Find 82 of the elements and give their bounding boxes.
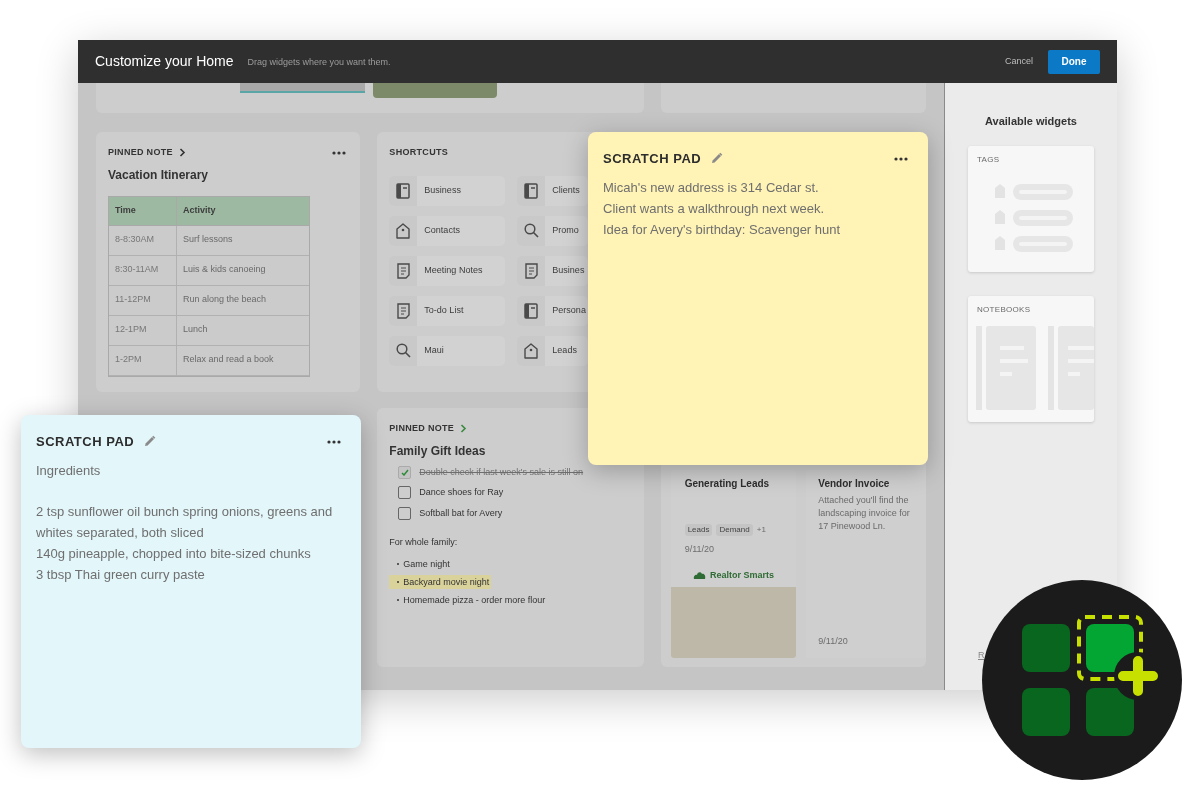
brand-name: Realtor Smarts [709,568,774,582]
note-title: Vendor Invoice [818,477,891,491]
shortcut-item[interactable]: Busines [517,255,589,286]
shortcut-item[interactable]: Persona [517,295,589,326]
scratch-pad-line: 3 tbsp Thai green curry paste [36,565,206,584]
table-cell: 8:30-11AM [109,255,177,285]
search-icon [523,223,539,238]
scratch-pad-line: Client wants a walkthrough next week. [603,199,826,218]
table-cell: 1-2PM [109,345,177,375]
more-icon[interactable] [332,150,347,155]
pencil-icon[interactable] [710,152,724,166]
shortcut-item[interactable]: Maui [389,335,506,366]
tag-icon [524,342,539,359]
checklist-item-text: Double check if last week's sale is still on [419,465,584,479]
note-icon [396,302,410,319]
search-icon [395,343,411,358]
notebook-icon [396,182,411,199]
bullet-item: Game night [389,556,452,571]
table-header-cell: Time [109,196,177,225]
note-icon [396,262,410,279]
more-tags-count: +1 [756,524,766,536]
checkmark-icon [400,468,409,476]
pinned-note-label[interactable]: PINNED NOTE [108,146,173,160]
scratch-pad-line: 2 tsp sunflower oil bunch spring onions, greens and whites separated, both sliced [36,502,334,542]
window-subtitle: Drag widgets where you want them. [247,56,391,70]
scratch-pad-line: 140g pineapple, chopped into bite-sized chunks [36,544,312,563]
table-cell: 12-1PM [109,315,177,345]
shortcut-item[interactable]: Promo [517,215,589,246]
pinned-note-label[interactable]: PINNED NOTE [389,422,455,436]
list-heading: For whole family: [389,536,459,549]
scratch-pad-line: Micah's new address is 314 Cedar st. [603,178,820,197]
tag-chip[interactable]: Demand [716,524,753,536]
more-icon[interactable] [327,439,341,444]
scratch-pad-title: SCRATCH PAD [36,433,135,451]
table-cell-text: Luis & kids canoeing [182,263,267,277]
table-cell-text: Relax and read a book [182,353,275,367]
shortcut-item[interactable]: To-do List [389,295,506,326]
bullet-item: Backyard movie night [389,574,492,589]
note-preview: Attached you'll find the landscaping invoice for 17 Pinewood Ln. [818,494,911,533]
note-icon [524,262,538,279]
checklist-item-text: Softball bat for Avery [419,506,503,520]
table-header-cell-text: Activity [182,203,217,217]
more-icon[interactable] [894,156,908,161]
widget-label: TAGS [976,153,1001,166]
add-widget-badge-icon [982,580,1182,780]
scratch-pad-line: Idea for Avery's birthday: Scavenger hunt [603,220,842,239]
tag-chip[interactable]: Leads [684,524,713,536]
notebook-icon [524,302,539,319]
done-button[interactable]: Done [1048,49,1100,74]
table-cell: 11-12PM [109,285,177,315]
pencil-icon[interactable] [143,435,157,449]
tag-icon [396,222,411,239]
note-date: 9/11/20 [683,543,716,556]
shortcut-item[interactable]: Meeting Notes [389,255,506,286]
note-date: 9/11/20 [818,634,849,648]
table-cell-text: Lunch [182,323,209,337]
checkbox[interactable] [398,465,412,479]
shortcut-item[interactable]: Leads [517,335,589,366]
note-title: Family Gift Ideas [389,442,487,460]
table-cell-text: Surf lessons [182,233,234,247]
scratch-pad-title: SCRATCH PAD [603,150,702,168]
table-cell-text: Run along the beach [182,293,268,307]
note-title: Generating Leads [683,477,771,491]
checkbox[interactable] [398,506,412,520]
bullet-item: Homemade pizza - order more flour [389,592,548,607]
scratch-pad-line: Ingredients [36,461,102,480]
shortcut-item[interactable]: Clients [517,175,589,206]
cancel-button[interactable]: Cancel [1005,54,1033,69]
widget-preview-card[interactable]: TAGS [968,145,1094,272]
widget-label: NOTEBOOKS [976,303,1032,316]
window-title: Customize your Home [95,52,234,71]
notebook-icon [524,182,539,199]
widget-preview-card[interactable]: NOTEBOOKS [968,295,1094,422]
shortcut-item[interactable]: Business [389,175,506,206]
shortcut-item[interactable]: Contacts [389,215,506,246]
note-title: Vacation Itinerary [108,166,210,184]
checklist-item-text: Dance shoes for Ray [419,486,504,499]
sidebar-title: Available widgets [985,114,1077,129]
checkbox[interactable] [398,486,412,500]
chevron-right-icon[interactable] [178,148,186,158]
table-cell: 8-8:30AM [109,225,177,255]
tree-icon [692,570,706,580]
